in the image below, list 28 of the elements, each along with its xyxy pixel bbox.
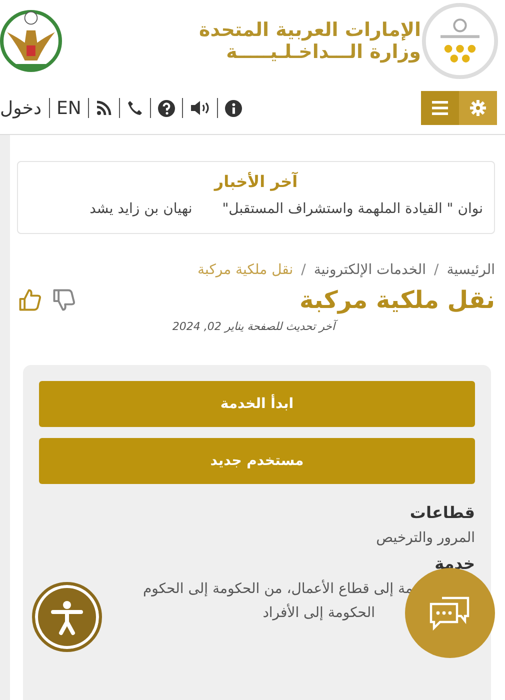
- news-headline[interactable]: نهيان بن زايد يشد: [90, 201, 192, 217]
- news-title: آخر الأخبار: [214, 172, 298, 191]
- breadcrumb-link[interactable]: الرئيسية: [446, 262, 495, 278]
- info-icon[interactable]: [225, 100, 242, 116]
- help-icon[interactable]: [158, 100, 176, 116]
- thumbs-down-icon[interactable]: [51, 287, 77, 313]
- breadcrumb-link[interactable]: الخدمات الإلكترونية: [314, 262, 426, 278]
- detail-heading: خدمة: [434, 554, 475, 573]
- breadcrumb-separator: /: [434, 262, 439, 278]
- speaker-icon[interactable]: [190, 100, 210, 116]
- thumbs-up-icon[interactable]: [17, 287, 43, 313]
- chat-icon: [428, 595, 472, 631]
- phone-icon[interactable]: [127, 100, 144, 116]
- page-title: نقل ملكية مركبة: [300, 286, 495, 314]
- menu-icon: [432, 101, 448, 115]
- language-link[interactable]: EN: [56, 98, 82, 118]
- login-link[interactable]: دخول: [0, 98, 42, 118]
- ministry-title: وزارة الـــداخـلـيـــــة: [226, 41, 421, 63]
- breadcrumb-separator: /: [301, 262, 306, 278]
- last-updated-text: آخر تحديث للصفحة يناير 02, 2024: [172, 320, 495, 333]
- rss-icon[interactable]: [96, 100, 112, 116]
- country-title: الإمارات العربية المتحدة: [199, 19, 421, 41]
- news-headline[interactable]: نوان " القيادة الملهمة واستشراف المستقبل": [222, 201, 483, 217]
- detail-text: المرور والترخيص: [375, 530, 475, 546]
- detail-heading: قطاعات: [408, 503, 475, 522]
- settings-icon: [470, 100, 486, 116]
- detail-text: الحكومة إلى الأفراد: [262, 605, 376, 621]
- menu-button[interactable]: [421, 91, 459, 125]
